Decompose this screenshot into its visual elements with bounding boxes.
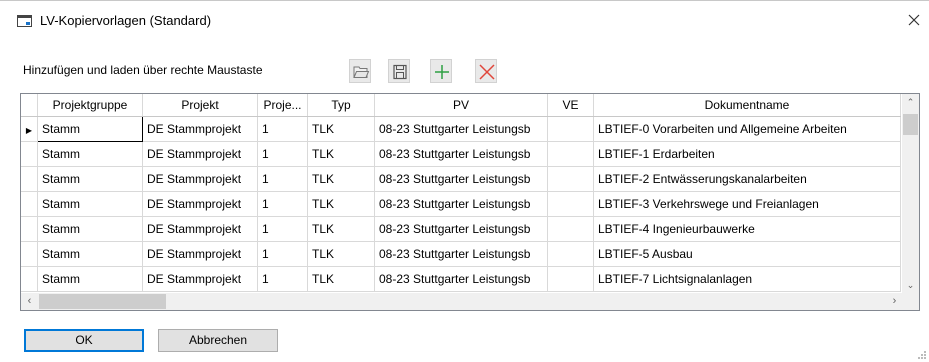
table-cell[interactable]: TLK [307,266,375,292]
table-cell[interactable]: 1 [257,266,308,292]
table-cell[interactable]: Stamm [37,141,143,167]
table-cell[interactable]: DE Stammprojekt [142,116,258,142]
add-button[interactable] [430,59,452,83]
table-row[interactable]: ▶ Stamm DE Stammprojekt 1 TLK 08-23 Stut… [21,116,901,142]
scroll-up-icon[interactable]: ⌃ [902,94,919,111]
save-button[interactable] [388,59,410,83]
table-cell[interactable]: 08-23 Stuttgarter Leistungsb [374,116,548,142]
column-header-projektnr[interactable]: Proje... [257,94,308,117]
table-cell[interactable]: Stamm [37,241,143,267]
table-cell[interactable]: 1 [257,116,308,142]
save-icon [393,64,407,80]
data-grid[interactable]: Projektgruppe Projekt Proje... Typ PV VE… [20,93,920,311]
column-header-projektgruppe[interactable]: Projektgruppe [37,94,143,117]
row-header[interactable] [21,166,38,192]
plus-icon [435,65,449,79]
table-cell[interactable]: 08-23 Stuttgarter Leistungsb [374,216,548,242]
scroll-left-icon[interactable]: ‹ [21,293,38,310]
table-cell[interactable] [547,166,594,192]
title-bar[interactable]: LV-Kopiervorlagen (Standard) [0,1,929,39]
folder-open-icon [353,66,370,78]
table-cell[interactable]: Stamm [37,266,143,292]
table-cell[interactable]: TLK [307,241,375,267]
table-cell[interactable]: LBTIEF-1 Erdarbeiten [593,141,901,167]
window-title: LV-Kopiervorlagen (Standard) [40,13,212,28]
table-cell[interactable]: 1 [257,141,308,167]
scrollbar-corner [902,293,919,310]
table-cell[interactable]: LBTIEF-2 Entwässerungskanalarbeiten [593,166,901,192]
grid-table: Projektgruppe Projekt Proje... Typ PV VE… [21,94,901,292]
current-row-marker[interactable]: ▶ [21,116,38,142]
vertical-scrollbar[interactable]: ⌃ ⌄ [902,94,919,294]
table-cell[interactable]: LBTIEF-5 Ausbau [593,241,901,267]
table-cell[interactable]: LBTIEF-0 Vorarbeiten und Allgemeine Arbe… [593,116,901,142]
table-cell[interactable]: TLK [307,166,375,192]
table-cell[interactable]: DE Stammprojekt [142,266,258,292]
table-cell-editing[interactable]: Stamm [37,116,143,142]
table-cell[interactable]: TLK [307,191,375,217]
table-cell[interactable]: LBTIEF-4 Ingenieurbauwerke [593,216,901,242]
cancel-button[interactable]: Abbrechen [158,329,278,352]
table-cell[interactable]: 08-23 Stuttgarter Leistungsb [374,141,548,167]
table-cell[interactable]: 1 [257,191,308,217]
header-row: Projektgruppe Projekt Proje... Typ PV VE… [21,94,901,117]
row-header[interactable] [21,241,38,267]
row-header[interactable] [21,141,38,167]
table-cell[interactable]: DE Stammprojekt [142,241,258,267]
table-cell[interactable]: 08-23 Stuttgarter Leistungsb [374,266,548,292]
table-cell[interactable]: TLK [307,141,375,167]
table-cell[interactable]: DE Stammprojekt [142,166,258,192]
row-header-corner [21,94,38,117]
table-cell[interactable] [547,191,594,217]
horizontal-scroll-thumb[interactable] [39,294,166,309]
table-row[interactable]: Stamm DE Stammprojekt 1 TLK 08-23 Stuttg… [21,166,901,192]
table-row[interactable]: Stamm DE Stammprojekt 1 TLK 08-23 Stuttg… [21,141,901,167]
column-header-dokumentname[interactable]: Dokumentname [593,94,901,117]
delete-x-icon [479,64,495,80]
table-cell[interactable]: 1 [257,216,308,242]
vertical-scroll-thumb[interactable] [903,114,918,135]
table-cell[interactable]: Stamm [37,191,143,217]
table-row[interactable]: Stamm DE Stammprojekt 1 TLK 08-23 Stuttg… [21,241,901,267]
table-cell[interactable]: LBTIEF-7 Lichtsignalanlagen [593,266,901,292]
delete-button[interactable] [475,59,497,83]
horizontal-scrollbar[interactable]: ‹ › [21,293,903,310]
column-header-pv[interactable]: PV [374,94,548,117]
table-cell[interactable]: DE Stammprojekt [142,191,258,217]
hint-text: Hinzufügen und laden über rechte Maustas… [23,63,263,77]
table-cell[interactable]: 08-23 Stuttgarter Leistungsb [374,191,548,217]
table-cell[interactable]: TLK [307,116,375,142]
table-cell[interactable]: TLK [307,216,375,242]
table-cell[interactable]: 08-23 Stuttgarter Leistungsb [374,241,548,267]
table-cell[interactable]: DE Stammprojekt [142,141,258,167]
close-icon[interactable] [905,11,923,29]
table-cell[interactable] [547,141,594,167]
column-header-projekt[interactable]: Projekt [142,94,258,117]
table-cell[interactable]: Stamm [37,216,143,242]
table-cell[interactable]: LBTIEF-3 Verkehrswege und Freianlagen [593,191,901,217]
open-button[interactable] [349,59,371,83]
table-cell[interactable] [547,266,594,292]
column-header-ve[interactable]: VE [547,94,594,117]
row-header[interactable] [21,191,38,217]
table-cell[interactable]: DE Stammprojekt [142,216,258,242]
resize-grip-icon[interactable] [917,350,927,360]
scroll-right-icon[interactable]: › [886,293,903,310]
table-cell[interactable] [547,241,594,267]
table-cell[interactable] [547,116,594,142]
window-icon [17,15,32,27]
scroll-down-icon[interactable]: ⌄ [902,277,919,294]
table-cell[interactable]: 1 [257,241,308,267]
table-cell[interactable]: Stamm [37,166,143,192]
table-cell[interactable]: 08-23 Stuttgarter Leistungsb [374,166,548,192]
ok-button[interactable]: OK [24,329,144,352]
row-header[interactable] [21,266,38,292]
table-cell[interactable] [547,216,594,242]
table-row[interactable]: Stamm DE Stammprojekt 1 TLK 08-23 Stuttg… [21,191,901,217]
table-row[interactable]: Stamm DE Stammprojekt 1 TLK 08-23 Stuttg… [21,216,901,242]
table-row[interactable]: Stamm DE Stammprojekt 1 TLK 08-23 Stuttg… [21,266,901,292]
column-header-typ[interactable]: Typ [307,94,375,117]
table-cell[interactable]: 1 [257,166,308,192]
row-header[interactable] [21,216,38,242]
